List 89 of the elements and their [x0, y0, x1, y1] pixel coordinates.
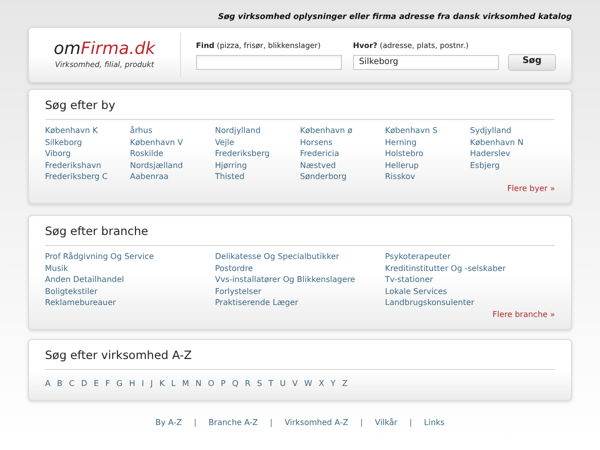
- letter-link[interactable]: J: [150, 378, 153, 390]
- letter-link[interactable]: N: [195, 378, 202, 390]
- footer-link[interactable]: Virksomhed A-Z: [284, 416, 348, 429]
- letter-link[interactable]: F: [105, 378, 110, 390]
- city-link[interactable]: Risskov: [385, 171, 470, 183]
- letter-link[interactable]: Y: [330, 378, 336, 390]
- city-link[interactable]: århus: [130, 125, 215, 137]
- city-link[interactable]: Frederikshavn: [45, 160, 130, 172]
- city-link[interactable]: Esbjerg: [470, 160, 555, 172]
- footer-separator: |: [360, 416, 363, 429]
- category-link[interactable]: Boligtekstiler: [45, 286, 215, 297]
- city-link[interactable]: Hellerup: [385, 160, 470, 172]
- category-link[interactable]: Tv-stationer: [385, 274, 555, 286]
- city-link[interactable]: Thisted: [215, 171, 300, 183]
- category-link[interactable]: Prof Rådgivning Og Service: [45, 251, 215, 262]
- section-title: Søg efter by: [45, 97, 555, 120]
- city-link[interactable]: Herning: [385, 136, 470, 148]
- category-link[interactable]: Postordre: [215, 262, 385, 274]
- letter-link[interactable]: D: [81, 378, 88, 390]
- city-link[interactable]: Silkeborg: [45, 136, 130, 148]
- city-link[interactable]: København S: [385, 125, 470, 137]
- footer-link[interactable]: Vilkår: [374, 416, 398, 429]
- category-link[interactable]: Kreditinstitutter Og -selskaber: [385, 262, 555, 274]
- letter-link[interactable]: B: [56, 378, 62, 390]
- letter-link[interactable]: L: [171, 378, 176, 390]
- city-link[interactable]: Hjørring: [215, 160, 300, 172]
- city-link[interactable]: Frederiksberg C: [45, 171, 130, 183]
- search-button[interactable]: Søg: [508, 54, 556, 70]
- letter-link[interactable]: R: [244, 378, 250, 390]
- section-title: Søg efter virksomhed A-Z: [45, 346, 555, 370]
- letter-link[interactable]: K: [159, 378, 165, 390]
- letter-link[interactable]: C: [68, 378, 75, 390]
- letter-link[interactable]: V: [292, 378, 298, 390]
- city-link[interactable]: Næstved: [300, 160, 385, 172]
- category-link[interactable]: Vvs-installatører Og Blikkenslagere: [215, 274, 385, 286]
- city-link[interactable]: Holstebro: [385, 148, 470, 160]
- city-link[interactable]: Vejle: [215, 136, 300, 148]
- footer-separator: |: [194, 416, 197, 429]
- city-link[interactable]: København V: [130, 136, 215, 148]
- location-field[interactable]: Silkeborg: [353, 54, 499, 70]
- letter-link[interactable]: O: [208, 378, 214, 390]
- city-link[interactable]: København ø: [300, 125, 385, 137]
- city-link[interactable]: Sydjylland: [470, 125, 555, 137]
- city-link[interactable]: Sønderborg: [300, 171, 385, 183]
- footer-separator: |: [409, 416, 412, 429]
- category-link[interactable]: Forlystelser: [215, 286, 385, 297]
- letter-link[interactable]: I: [142, 378, 144, 390]
- category-link[interactable]: Musik: [45, 262, 215, 274]
- letter-link[interactable]: G: [116, 378, 123, 390]
- footer-link[interactable]: Branche A-Z: [208, 416, 258, 429]
- more-link[interactable]: Flere branche »: [492, 308, 555, 320]
- city-link[interactable]: Aabenraa: [130, 171, 215, 183]
- letter-link[interactable]: X: [318, 378, 324, 390]
- tagline: Søg virksomhed oplysninger eller firma adresse fra dansk virksomhed katalog: [218, 11, 572, 23]
- section-title: Søg efter branche: [45, 222, 555, 246]
- letter-link[interactable]: U: [280, 378, 286, 390]
- city-link[interactable]: Haderslev: [470, 148, 555, 160]
- letter-link[interactable]: P: [220, 378, 226, 390]
- city-link[interactable]: Horsens: [300, 136, 385, 148]
- letter-link[interactable]: A: [45, 378, 50, 390]
- letter-link[interactable]: H: [129, 378, 136, 390]
- city-link[interactable]: København K: [45, 125, 130, 137]
- letter-link[interactable]: W: [304, 378, 312, 390]
- more-link[interactable]: Flere byer »: [507, 182, 555, 195]
- category-link[interactable]: Reklamebureauer: [45, 297, 215, 308]
- letter-link[interactable]: Z: [342, 378, 348, 390]
- category-link[interactable]: Landbrugskonsulenter: [385, 297, 555, 308]
- category-link[interactable]: Delikatesse Og Specialbutikker: [215, 251, 385, 262]
- letter-link[interactable]: S: [256, 378, 262, 390]
- letter-link[interactable]: E: [94, 378, 99, 390]
- city-link[interactable]: Frederiksberg: [215, 148, 300, 160]
- find-field[interactable]: [196, 54, 342, 70]
- letter-link[interactable]: Q: [232, 378, 238, 390]
- city-link[interactable]: Fredericia: [300, 148, 385, 160]
- city-link[interactable]: Roskilde: [130, 148, 215, 160]
- footer-link[interactable]: By A-Z: [155, 416, 182, 429]
- city-link[interactable]: Nordjylland: [215, 125, 300, 137]
- footer-separator: |: [270, 416, 273, 429]
- city-link[interactable]: København N: [470, 136, 555, 148]
- category-link[interactable]: Anden Detailhandel: [45, 274, 215, 286]
- city-link[interactable]: Nordsjælland: [130, 160, 215, 172]
- city-link[interactable]: Viborg: [45, 148, 130, 160]
- site-logo[interactable]: omFirma.dk: [54, 40, 156, 59]
- category-link[interactable]: Lokale Services: [385, 286, 555, 297]
- category-link[interactable]: Psykoterapeuter: [385, 251, 555, 262]
- category-link[interactable]: Praktiserende Læger: [215, 297, 385, 308]
- footer-link[interactable]: Links: [424, 416, 445, 429]
- letter-link[interactable]: M: [182, 378, 189, 390]
- letter-link[interactable]: T: [268, 378, 274, 390]
